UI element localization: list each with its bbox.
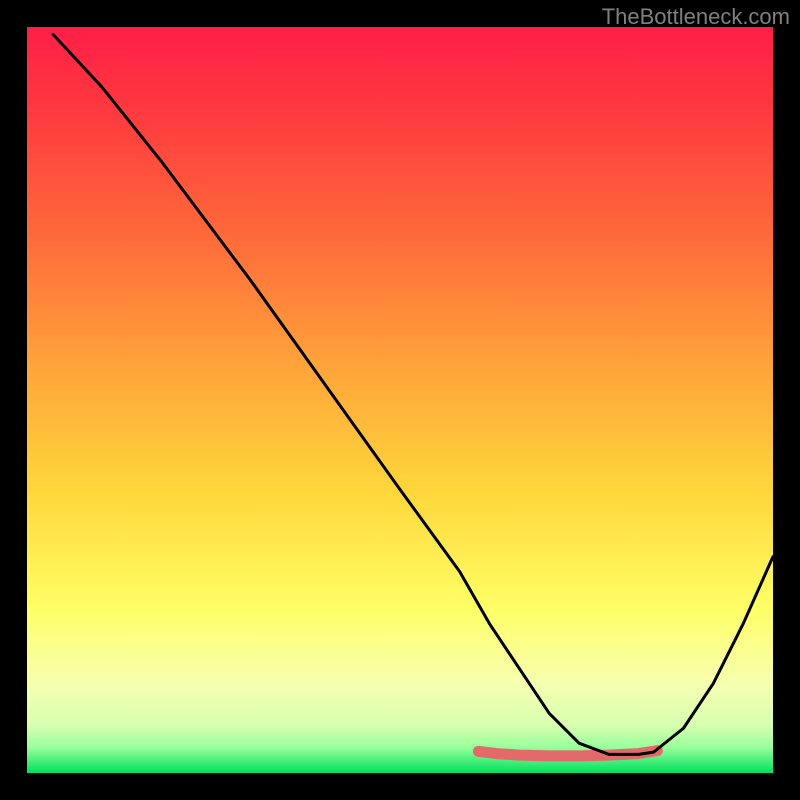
chart-svg	[0, 0, 800, 800]
chart-container: TheBottleneck.com	[0, 0, 800, 800]
watermark-text: TheBottleneck.com	[602, 4, 790, 30]
plot-background	[27, 27, 773, 773]
